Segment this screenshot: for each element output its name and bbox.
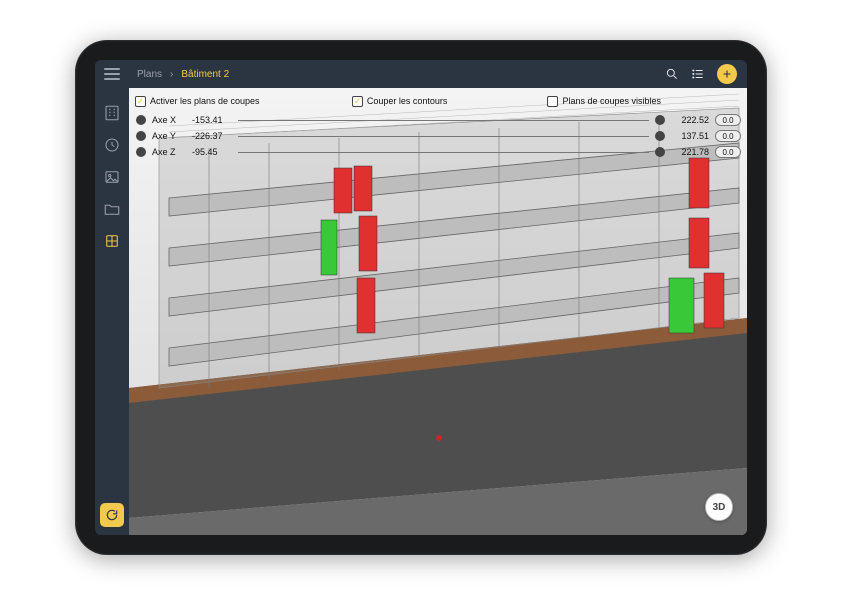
fab-label: 3D [713, 502, 726, 513]
app-screen: Plans › Bâtiment 2 [95, 60, 747, 535]
menu-icon[interactable] [104, 68, 120, 80]
axis-y-slider[interactable]: Axe Y -226.37 137.51 0.0 [135, 128, 741, 144]
breadcrumb-current: Bâtiment 2 [181, 69, 229, 80]
axis-min-value: -153.41 [192, 115, 232, 125]
axis-offset-pill[interactable]: 0.0 [715, 130, 741, 142]
section-plane-icon[interactable] [103, 232, 121, 250]
image-icon[interactable] [103, 168, 121, 186]
axis-max-value: 222.52 [671, 115, 709, 125]
breadcrumb-root[interactable]: Plans [137, 69, 162, 80]
slider-track[interactable] [238, 136, 649, 137]
toggle-label: Activer les plans de coupes [150, 96, 260, 106]
list-button[interactable] [689, 65, 707, 83]
tablet-frame: Plans › Bâtiment 2 [75, 40, 767, 555]
axis-label: Axe X [152, 115, 186, 125]
axis-x-slider[interactable]: Axe X -153.41 222.52 0.0 [135, 112, 741, 128]
view-3d-button[interactable]: 3D [705, 493, 733, 521]
checkbox-icon [352, 96, 363, 107]
slider-knob-left[interactable] [136, 147, 146, 157]
slider-track[interactable] [238, 120, 649, 121]
refresh-button[interactable] [100, 503, 124, 527]
axis-label: Axe Z [152, 147, 186, 157]
axis-max-value: 221.78 [671, 147, 709, 157]
toggle-planes-visible[interactable]: Plans de coupes visibles [547, 96, 661, 107]
add-button[interactable] [717, 64, 737, 84]
toggle-label: Plans de coupes visibles [562, 96, 661, 106]
chevron-right-icon: › [170, 69, 173, 80]
building-icon[interactable] [103, 104, 121, 122]
axis-z-slider[interactable]: Axe Z -95.45 221.78 0.0 [135, 144, 741, 160]
toggle-cut-contours[interactable]: Couper les contours [352, 96, 448, 107]
breadcrumb: Plans › Bâtiment 2 [137, 69, 229, 80]
axis-offset-pill[interactable]: 0.0 [715, 146, 741, 158]
toggle-label: Couper les contours [367, 96, 448, 106]
3d-viewport[interactable]: Activer les plans de coupes Couper les c… [129, 88, 747, 535]
slider-knob-left[interactable] [136, 115, 146, 125]
toggle-enable-section-planes[interactable]: Activer les plans de coupes [135, 96, 260, 107]
checkbox-icon [547, 96, 558, 107]
axis-offset-pill[interactable]: 0.0 [715, 114, 741, 126]
slider-knob-left[interactable] [136, 131, 146, 141]
slider-knob-right[interactable] [655, 115, 665, 125]
top-bar: Plans › Bâtiment 2 [129, 60, 747, 88]
slider-knob-right[interactable] [655, 147, 665, 157]
checkbox-icon [135, 96, 146, 107]
clock-icon[interactable] [103, 136, 121, 154]
axis-max-value: 137.51 [671, 131, 709, 141]
left-rail [95, 60, 129, 535]
axis-label: Axe Y [152, 131, 186, 141]
axis-min-value: -226.37 [192, 131, 232, 141]
slider-track[interactable] [238, 152, 649, 153]
folder-icon[interactable] [103, 200, 121, 218]
axis-min-value: -95.45 [192, 147, 232, 157]
search-button[interactable] [663, 65, 681, 83]
slider-knob-right[interactable] [655, 131, 665, 141]
section-planes-panel: Activer les plans de coupes Couper les c… [135, 92, 741, 160]
